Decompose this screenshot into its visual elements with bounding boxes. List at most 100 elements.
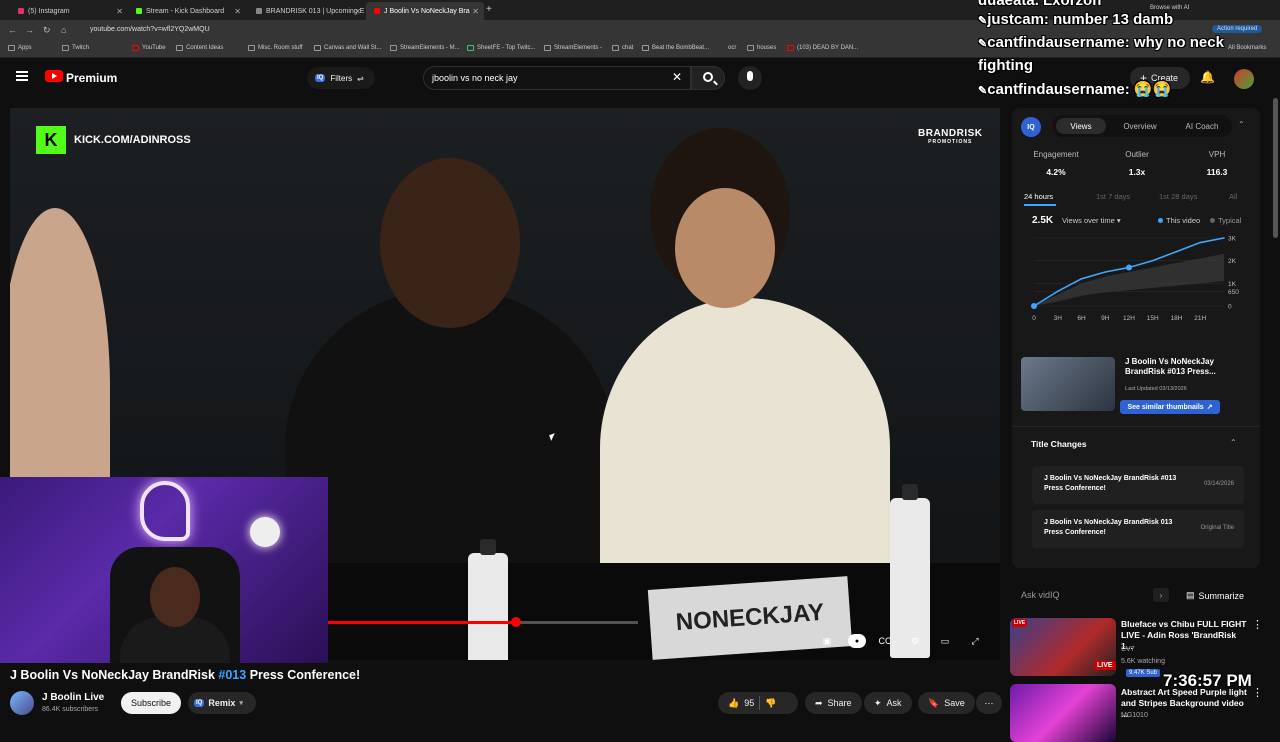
plus-icon: + xyxy=(1140,71,1148,85)
bookmark[interactable]: Beat the BombBeat... xyxy=(642,45,709,51)
send-arrow-icon[interactable]: › xyxy=(1153,588,1169,602)
home-icon[interactable]: ⌂ xyxy=(61,25,66,35)
settings-icon[interactable]: ⚙ xyxy=(908,634,922,648)
bookmark[interactable]: Apps xyxy=(8,45,32,51)
bookmark[interactable]: SheetFE - Top Twitc... xyxy=(467,45,535,51)
bookmark[interactable]: StreamElements - xyxy=(544,45,602,51)
more-actions-button[interactable]: ⋯ xyxy=(976,692,1002,714)
thumbs-up-icon[interactable]: 👍 xyxy=(728,698,739,709)
collapse-icon[interactable]: ⌃ xyxy=(1238,120,1245,129)
action-required-badge[interactable]: Action required xyxy=(1212,25,1263,33)
recommendation-channel[interactable]: CV7 xyxy=(1121,646,1135,653)
more-icon[interactable]: ⋮ xyxy=(1252,686,1263,699)
bell-icon[interactable]: 🔔 xyxy=(1200,70,1215,84)
range-7d[interactable]: 1st 7 days xyxy=(1096,192,1130,201)
bookmark[interactable]: (103) DEAD BY DAN... xyxy=(787,45,858,51)
recommendation-channel[interactable]: MG1010 xyxy=(1121,712,1148,719)
bookmark[interactable]: Canvas and Wall St... xyxy=(314,45,381,51)
hamburger-menu-icon[interactable] xyxy=(16,71,28,81)
stat-label: Engagement xyxy=(1033,150,1079,159)
share-label: Share xyxy=(827,698,852,708)
clear-icon[interactable]: ✕ xyxy=(672,70,682,84)
bookmark[interactable]: Content Ideas xyxy=(176,45,223,51)
browser-tab-active[interactable]: J Boolin Vs NoNeckJay Bra ✕ xyxy=(366,2,484,20)
bookmark[interactable]: houses xyxy=(747,45,776,51)
all-bookmarks[interactable]: All Bookmarks xyxy=(1228,45,1266,51)
close-icon[interactable]: ✕ xyxy=(472,7,479,16)
title-text: Press Conference! xyxy=(246,668,361,682)
share-button[interactable]: ➦ Share xyxy=(805,692,862,714)
title-changes-heading: Title Changes xyxy=(1031,439,1087,449)
youtube-logo-icon[interactable] xyxy=(45,70,63,82)
like-count[interactable]: 95 xyxy=(744,698,754,708)
save-button[interactable]: 🔖 Save xyxy=(918,692,975,714)
range-28d[interactable]: 1st 28 days xyxy=(1159,192,1197,201)
bookmark[interactable]: StreamElements - M... xyxy=(390,45,460,51)
filters-button[interactable]: IQ Filters ⇌ xyxy=(307,67,375,89)
recommendation-title[interactable]: Blueface vs Chibu FULL FIGHT LIVE - Adin… xyxy=(1121,619,1249,652)
more-icon[interactable]: ⋮ xyxy=(1252,618,1263,631)
bookmark[interactable]: ocr xyxy=(728,45,736,51)
title-text: J Boolin Vs NoNeckJay BrandRisk xyxy=(10,668,219,682)
video-thumbnail[interactable] xyxy=(1021,357,1115,411)
title-changes-header[interactable]: Title Changes ⌃ xyxy=(1012,426,1260,458)
x-tick-label: 15H xyxy=(1147,315,1159,322)
avatar[interactable] xyxy=(1234,69,1254,89)
reload-icon[interactable]: ↻ xyxy=(43,25,51,36)
stat-label: Outlier xyxy=(1125,150,1149,159)
bookmark[interactable]: Twitch xyxy=(62,45,89,51)
theater-icon[interactable]: ▭ xyxy=(938,634,952,648)
more-icon: ⋯ xyxy=(984,697,994,708)
vidiq-player-icon[interactable]: ▣ xyxy=(820,634,834,648)
summarize-button[interactable]: ▤ Summarize xyxy=(1186,590,1244,601)
thumbnail-date: Last Updated 03/13/2026 xyxy=(1125,386,1187,392)
fullscreen-icon[interactable]: ⤢ xyxy=(968,634,982,648)
bookmark-icon: 🔖 xyxy=(928,697,940,708)
bookmark[interactable]: YouTube xyxy=(132,45,166,51)
new-tab-icon[interactable]: + xyxy=(486,4,492,15)
youtube-brand[interactable]: Premium xyxy=(66,71,117,85)
folder-icon xyxy=(642,45,649,51)
ask-button[interactable]: ✦ Ask xyxy=(864,692,912,714)
browse-ai-label[interactable]: Browse with AI xyxy=(1150,5,1189,11)
x-tick-label: 6H xyxy=(1077,315,1086,322)
bookmark-label: houses xyxy=(757,45,777,51)
close-icon[interactable]: ✕ xyxy=(234,7,241,16)
search-input[interactable]: jboolin vs no neck jay xyxy=(423,66,691,90)
hashtag-link[interactable]: #013 xyxy=(218,668,246,682)
mic-icon[interactable] xyxy=(738,66,762,90)
browser-tab[interactable]: (5) Instagram ✕ xyxy=(10,2,128,20)
chevron-up-icon[interactable]: ⌃ xyxy=(1230,438,1237,447)
close-icon[interactable]: ✕ xyxy=(116,7,123,16)
bookmark[interactable]: Misc. Room stuff xyxy=(248,45,303,51)
stat-value: 1.3x xyxy=(1128,167,1146,177)
recommendation-thumbnail[interactable] xyxy=(1010,684,1116,742)
range-24h[interactable]: 24 hours xyxy=(1024,192,1053,201)
autoplay-toggle[interactable]: ● xyxy=(848,634,866,648)
channel-name[interactable]: J Boolin Live xyxy=(42,692,104,703)
bookmark-label: Twitch xyxy=(72,45,90,51)
close-icon[interactable]: ✕ xyxy=(354,7,361,16)
search-button[interactable] xyxy=(691,66,725,90)
back-icon[interactable]: ← xyxy=(8,25,17,35)
browser-tab[interactable]: BRANDRISK 013 | Upcoming E ✕ xyxy=(248,2,366,20)
thumbs-down-icon[interactable]: 👎 xyxy=(765,698,776,709)
captions-icon[interactable]: CC xyxy=(878,634,892,648)
remix-button[interactable]: IQ Remix ▾ xyxy=(188,692,256,714)
bookmark[interactable]: chat xyxy=(612,45,633,51)
forward-icon[interactable]: → xyxy=(25,25,34,35)
views-over-time-dropdown[interactable]: Views over time ▾ xyxy=(1062,216,1121,225)
see-similar-thumbnails-button[interactable]: See similar thumbnails ↗ xyxy=(1120,400,1220,414)
range-all[interactable]: All xyxy=(1229,192,1237,201)
browser-tab[interactable]: Stream - Kick Dashboard ✕ xyxy=(128,2,246,20)
channel-avatar[interactable] xyxy=(10,691,34,715)
legend-label: This video xyxy=(1166,216,1201,225)
subscribe-button[interactable]: Subscribe xyxy=(121,692,181,714)
scrollbar[interactable] xyxy=(1273,98,1278,238)
tab-ai-coach[interactable]: AI Coach xyxy=(1174,118,1230,134)
tab-overview[interactable]: Overview xyxy=(1112,118,1168,134)
create-button[interactable]: + Create xyxy=(1130,67,1190,89)
tab-views[interactable]: Views xyxy=(1056,118,1106,134)
url-field[interactable]: youtube.com/watch?v=wfl2YQ2wMQU xyxy=(90,26,210,33)
person-right-face xyxy=(675,188,775,308)
